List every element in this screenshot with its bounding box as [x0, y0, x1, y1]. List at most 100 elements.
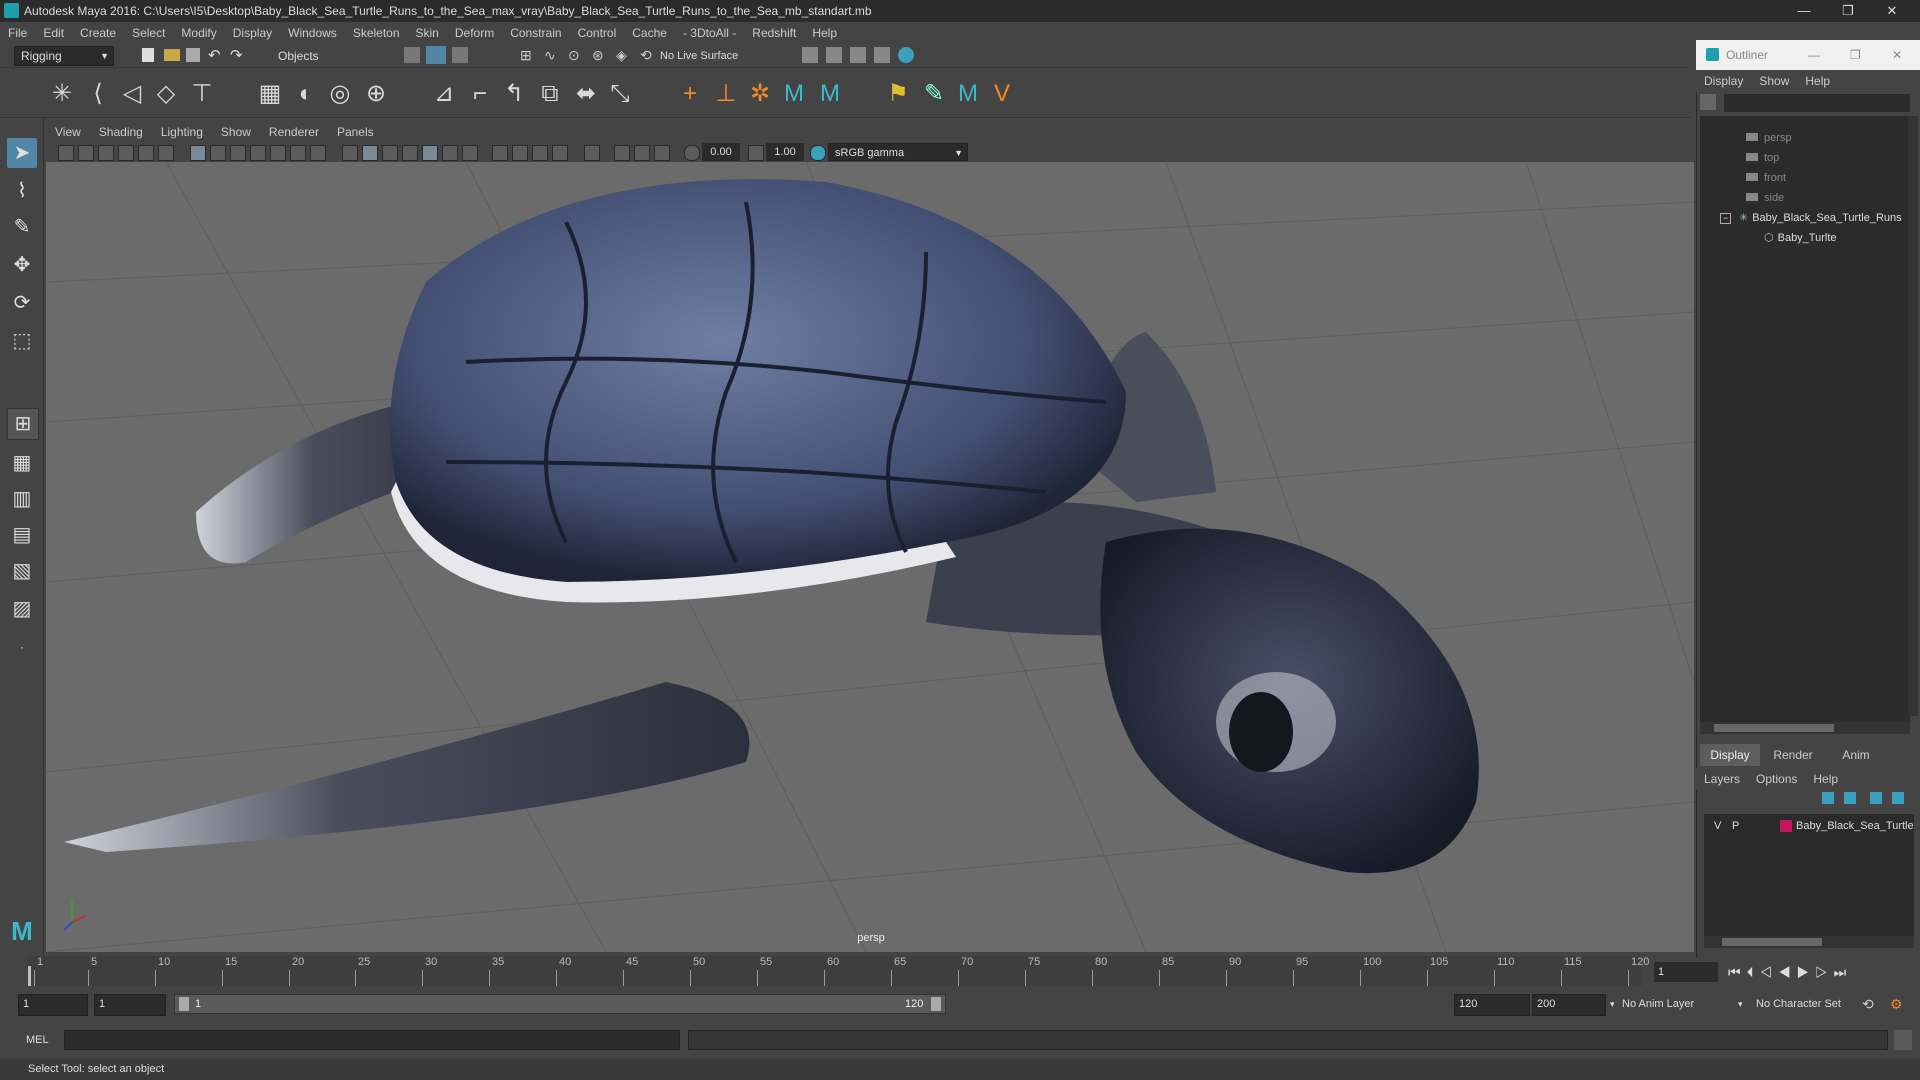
menu-deform[interactable]: Deform	[447, 22, 502, 44]
menu-help[interactable]: Help	[804, 22, 845, 44]
isolate-select-icon[interactable]	[584, 145, 600, 161]
paint-weights-icon[interactable]: ↰	[500, 80, 528, 108]
script-editor-icon[interactable]	[1894, 1030, 1912, 1050]
undo-icon[interactable]: ↶	[208, 46, 224, 64]
copy-weights-icon[interactable]: ⤡	[606, 80, 634, 108]
smooth-bind-icon[interactable]: ⌐	[466, 80, 494, 108]
hypershade-icon[interactable]	[898, 47, 914, 63]
menu-skeleton[interactable]: Skeleton	[345, 22, 408, 44]
view-transform-dropdown[interactable]: sRGB gamma ▼	[828, 143, 968, 161]
multisample-aa-icon[interactable]	[532, 145, 548, 161]
outliner-item-side[interactable]: side	[1746, 188, 1784, 208]
command-input[interactable]	[64, 1030, 680, 1050]
scale-tool-icon[interactable]: ⬚	[7, 326, 37, 356]
current-time-indicator[interactable]	[28, 966, 31, 986]
menu-create[interactable]: Create	[72, 22, 124, 44]
menu-redshift[interactable]: Redshift	[744, 22, 804, 44]
point-constraint-icon[interactable]: +	[676, 80, 704, 108]
viewport-menu-lighting[interactable]: Lighting	[152, 122, 212, 142]
hammer-weights-icon[interactable]: ⬌	[572, 80, 600, 108]
xray-active-icon[interactable]	[634, 145, 650, 161]
menu-windows[interactable]: Windows	[280, 22, 345, 44]
outliner-menu-display[interactable]: Display	[1696, 70, 1751, 92]
step-forward-frame-icon[interactable]: ▷	[1815, 964, 1834, 980]
move-layer-down-icon[interactable]	[1844, 792, 1856, 804]
live-surface-field[interactable]: No Live Surface	[660, 46, 760, 66]
outliner-item-persp[interactable]: persp	[1746, 128, 1792, 148]
snap-to-projected-center-icon[interactable]: ⊛	[592, 47, 608, 63]
field-chart-icon[interactable]	[270, 145, 286, 161]
color-management-icon[interactable]	[810, 145, 826, 161]
wireframe-icon[interactable]	[342, 145, 358, 161]
layer-playback-toggle[interactable]: P	[1732, 816, 1739, 836]
layer-horizontal-scrollbar[interactable]	[1704, 936, 1914, 948]
aim-constraint-icon[interactable]: ⊥	[712, 80, 740, 108]
viewport-menu-view[interactable]: View	[46, 122, 90, 142]
select-by-object-icon[interactable]	[426, 46, 446, 64]
sculpt-icon[interactable]: ✎	[920, 80, 948, 108]
menu-file[interactable]: File	[0, 22, 35, 44]
exposure-field[interactable]: 0.00	[702, 143, 740, 161]
character-controls-icon[interactable]: M	[816, 80, 844, 108]
orient-joint-icon[interactable]: ⊤	[188, 80, 216, 108]
outliner-persp-layout-icon[interactable]: ▨	[7, 594, 37, 624]
gamma-field[interactable]: 1.00	[766, 143, 804, 161]
close-button[interactable]: ✕	[1870, 0, 1914, 22]
bookmarks-icon[interactable]	[98, 145, 114, 161]
save-scene-icon[interactable]	[186, 48, 200, 62]
select-tool-icon[interactable]: ➤	[7, 138, 37, 168]
rigid-bind-icon[interactable]: ⧉	[536, 80, 564, 108]
play-forward-icon[interactable]: ▶	[1797, 964, 1816, 980]
step-back-key-icon[interactable]: ⏴	[1747, 964, 1760, 980]
grease-pencil-icon[interactable]	[158, 145, 174, 161]
image-plane-icon[interactable]	[118, 145, 134, 161]
2d-pan-zoom-icon[interactable]	[138, 145, 154, 161]
render-view-icon[interactable]	[874, 47, 890, 63]
playback-end-field[interactable]: 120	[1454, 994, 1530, 1016]
outliner-menu-help[interactable]: Help	[1797, 70, 1838, 92]
motion-blur-icon[interactable]	[512, 145, 528, 161]
character-set-dropdown[interactable]: ▾ No Character Set	[1738, 994, 1876, 1014]
auto-key-icon[interactable]: ⟲	[1862, 996, 1878, 1012]
anim-layer-dropdown[interactable]: ▾ No Anim Layer	[1610, 994, 1742, 1014]
time-slider[interactable]: 1 5 10 15 20 25 30 35 40 45 50 55 60 65 70 75 80 85 90 95 10…	[28, 956, 1649, 986]
persp-outliner-layout-icon[interactable]: ▥	[7, 484, 37, 514]
outliner-item-front[interactable]: front	[1746, 168, 1786, 188]
animation-preferences-icon[interactable]: ⚙	[1890, 996, 1906, 1012]
menu-cache[interactable]: Cache	[624, 22, 675, 44]
layer-name[interactable]: Baby_Black_Sea_Turtle	[1796, 816, 1914, 836]
snap-to-grid-icon[interactable]: ⊞	[520, 47, 536, 63]
outliner-item-turtle-group[interactable]: − ✳ Baby_Black_Sea_Turtle_Runs	[1720, 208, 1902, 228]
snap-to-curve-icon[interactable]: ∿	[544, 47, 560, 63]
new-scene-icon[interactable]	[142, 48, 154, 62]
move-tool-icon[interactable]: ✥	[7, 250, 37, 280]
make-live-icon[interactable]: ⟲	[640, 47, 656, 63]
select-by-component-icon[interactable]	[452, 47, 468, 63]
outliner-item-turtle-mesh[interactable]: ⬡ Baby_Turlte	[1764, 228, 1837, 248]
film-gate-icon[interactable]	[210, 145, 226, 161]
animation-end-field[interactable]: 200	[1532, 994, 1606, 1016]
layer-color-swatch[interactable]	[1780, 820, 1792, 832]
scrollbar-thumb[interactable]	[1714, 724, 1834, 732]
mudbox-icon[interactable]: M	[954, 80, 982, 108]
wire-deformer-icon[interactable]: ⊕	[362, 80, 390, 108]
range-end-handle[interactable]	[931, 997, 941, 1011]
outliner-item-top[interactable]: top	[1746, 148, 1779, 168]
outliner-vertical-scrollbar[interactable]	[1908, 116, 1918, 716]
collapse-toggle-icon[interactable]: −	[1720, 213, 1731, 224]
gate-mask-icon[interactable]	[250, 145, 266, 161]
ipr-render-icon[interactable]	[850, 47, 866, 63]
move-layer-up-icon[interactable]	[1822, 792, 1834, 804]
cluster-icon[interactable]: ◐	[292, 80, 320, 108]
outliner-minimize-button[interactable]: —	[1808, 40, 1820, 70]
layer-menu-options[interactable]: Options	[1748, 768, 1805, 790]
menu-modify[interactable]: Modify	[173, 22, 224, 44]
render-settings-icon[interactable]	[802, 47, 818, 63]
selection-mode-dropdown[interactable]: Objects	[278, 46, 388, 66]
outliner-restore-button[interactable]: ❐	[1850, 40, 1861, 70]
default-material-icon[interactable]	[382, 145, 398, 161]
toolbox-collapse-icon[interactable]: ·	[7, 632, 37, 662]
menu-display[interactable]: Display	[225, 22, 280, 44]
redo-icon[interactable]: ↷	[230, 46, 246, 64]
outliner-horizontal-scrollbar[interactable]	[1700, 722, 1910, 734]
